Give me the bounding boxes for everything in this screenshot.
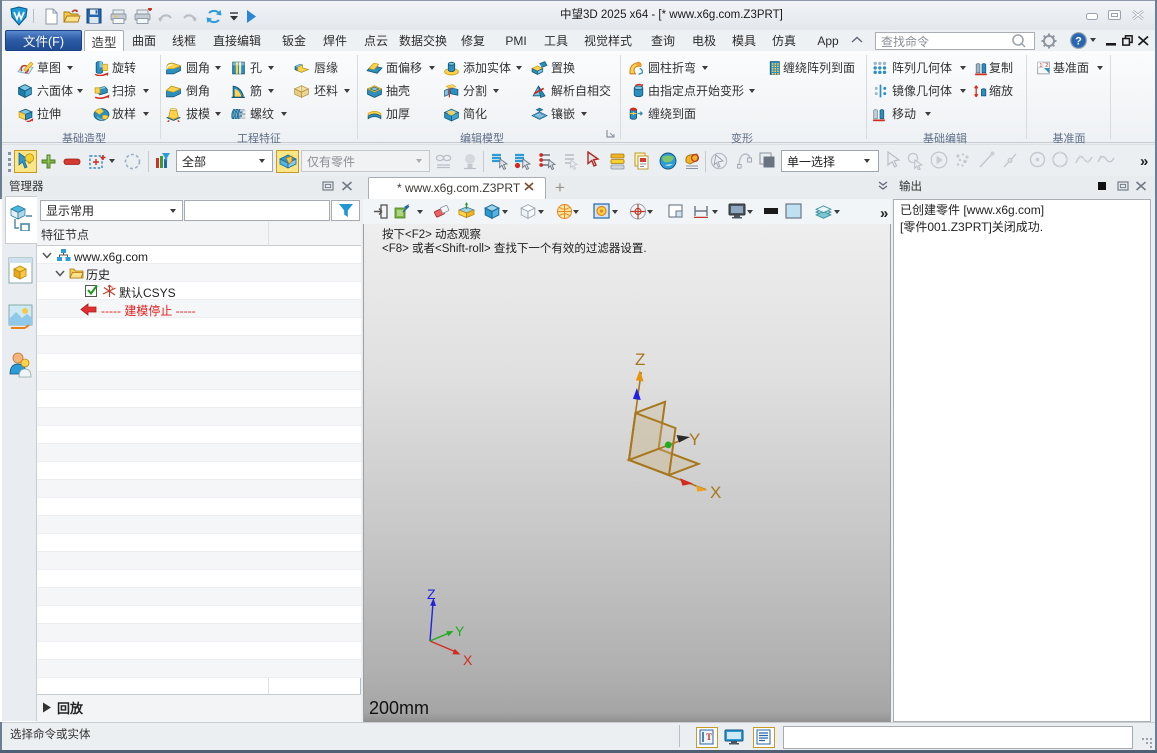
svg-text:1: 1 [1039,63,1042,69]
svg-text:X: X [463,652,473,668]
svg-text:Y: Y [689,430,700,449]
svg-text:?: ? [1075,36,1082,48]
svg-text:Z: Z [427,586,436,602]
svg-text:y: y [111,285,114,291]
svg-text:T: T [706,732,712,742]
svg-text:Y: Y [455,623,465,639]
svg-text:Z: Z [635,350,645,369]
svg-text:X: X [710,483,721,502]
svg-text:2: 2 [1045,63,1048,69]
